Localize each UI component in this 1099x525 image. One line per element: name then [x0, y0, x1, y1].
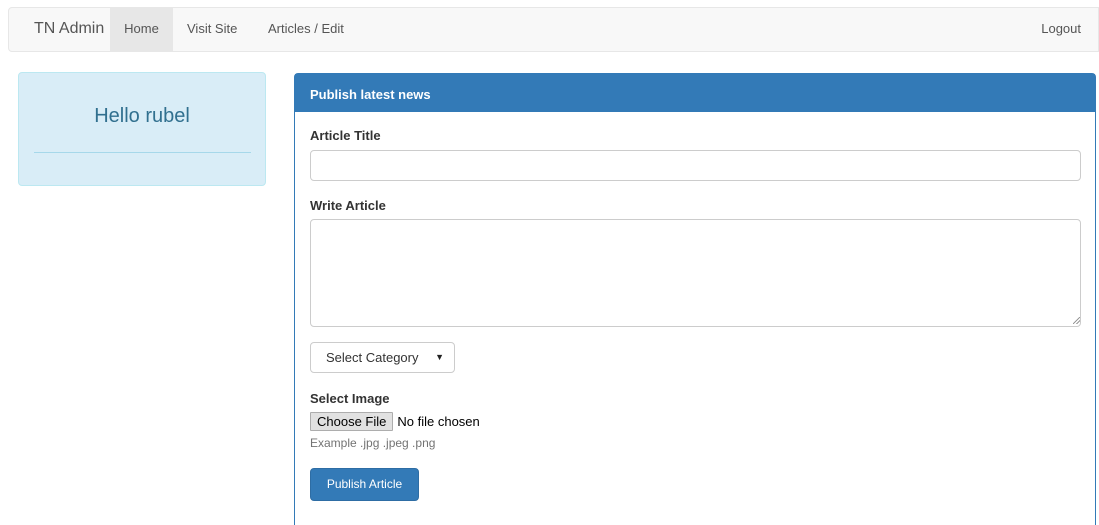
brand-link[interactable]: TN Admin — [34, 20, 104, 38]
textarea-resize-handle[interactable] — [1073, 317, 1080, 324]
publish-news-panel: Publish latest news Article Title Write … — [294, 73, 1096, 525]
nav-articles-edit[interactable]: Articles / Edit — [255, 8, 357, 51]
select-image-label: Select Image — [310, 391, 390, 406]
greeting-divider — [34, 152, 251, 153]
category-select[interactable]: Select Category ▼ — [310, 342, 455, 373]
article-body-textarea[interactable] — [310, 219, 1081, 327]
article-title-input[interactable] — [310, 150, 1081, 181]
greeting-panel: Hello rubel — [18, 72, 266, 186]
nav-home[interactable]: Home — [110, 8, 173, 51]
panel-heading: Publish latest news — [295, 74, 1095, 112]
chevron-down-icon: ▼ — [435, 352, 444, 362]
image-help-text: Example .jpg .jpeg .png — [310, 436, 436, 450]
nav-visit-site[interactable]: Visit Site — [174, 8, 250, 51]
greeting-text: Hello rubel — [94, 105, 190, 127]
file-status-text: No file chosen — [397, 414, 480, 429]
category-selected-value: Select Category — [326, 350, 419, 365]
logout-link[interactable]: Logout — [1028, 8, 1094, 51]
top-navbar: TN Admin Home Visit Site Articles / Edit… — [8, 7, 1099, 52]
publish-article-button[interactable]: Publish Article — [310, 468, 419, 501]
write-article-label: Write Article — [310, 198, 386, 213]
choose-file-button[interactable]: Choose File — [310, 412, 394, 431]
image-file-input[interactable]: Choose File No file chosen — [310, 412, 480, 432]
article-title-label: Article Title — [310, 128, 381, 143]
